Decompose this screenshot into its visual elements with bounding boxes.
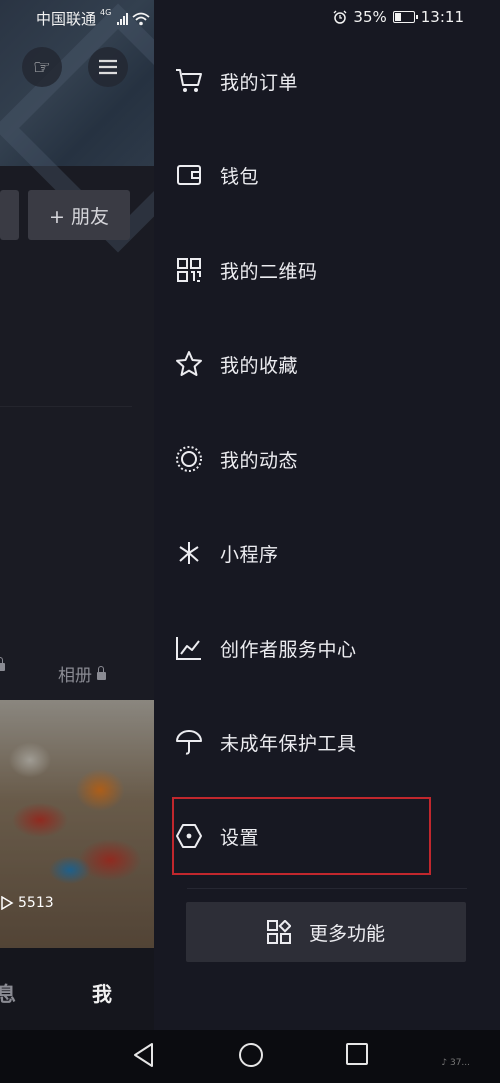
- menu-item-label: 创作者服务中心: [220, 638, 357, 661]
- lock-icon: [0, 657, 5, 671]
- settings-hexagon-icon: [174, 821, 204, 851]
- divider: [187, 888, 467, 889]
- battery-icon: [392, 11, 418, 23]
- status-right: 35% 13:11: [333, 8, 464, 26]
- bottom-tab-bar: [0, 948, 154, 1030]
- side-drawer: 我的订单 钱包 我的二维码 我的收藏 我的动态 小程序 创作者服务中心 未成年保…: [154, 0, 500, 1030]
- menu-item-label: 我的订单: [220, 71, 299, 94]
- moments-icon: [174, 444, 204, 474]
- view-count: 5513: [0, 895, 54, 911]
- tab-me[interactable]: 我: [92, 978, 112, 1007]
- menu-item-label: 设置: [220, 826, 260, 849]
- menu-item-minor-protection[interactable]: 未成年保护工具: [174, 722, 474, 762]
- menu-item-label: 未成年保护工具: [220, 732, 357, 755]
- wifi-icon: [132, 12, 150, 25]
- mini-program-icon: [174, 538, 204, 568]
- cart-icon: [174, 66, 204, 96]
- edit-profile-button[interactable]: [0, 190, 19, 240]
- clock: 13:11: [420, 8, 464, 26]
- wallet-icon: [174, 160, 204, 190]
- menu-item-label: 小程序: [220, 543, 279, 566]
- menu-item-orders[interactable]: 我的订单: [174, 61, 474, 101]
- menu-item-favorites[interactable]: 我的收藏: [174, 344, 474, 384]
- battery-percent: 35%: [353, 8, 387, 26]
- alarm-icon: [333, 10, 347, 24]
- star-icon: [174, 349, 204, 379]
- view-count-value: 5513: [18, 895, 54, 911]
- qr-code-icon: [174, 255, 204, 285]
- menu-item-qr-code[interactable]: 我的二维码: [174, 250, 474, 290]
- recents-icon[interactable]: [345, 1042, 369, 1066]
- apps-icon: [266, 920, 291, 944]
- carrier-name: 中国联通: [36, 10, 97, 28]
- system-nav-bar: [0, 1030, 500, 1083]
- menu-item-mini-programs[interactable]: 小程序: [174, 533, 474, 573]
- home-icon[interactable]: [238, 1042, 264, 1068]
- signal-icon: [117, 12, 129, 25]
- more-features-button[interactable]: 更多功能: [186, 902, 466, 962]
- menu-item-label: 我的收藏: [220, 354, 299, 377]
- menu-item-label: 我的动态: [220, 449, 299, 472]
- chart-icon: [174, 633, 204, 663]
- watermark: ♪ 37...: [441, 1058, 470, 1068]
- tab-album[interactable]: 相册: [58, 661, 106, 686]
- more-features-label: 更多功能: [308, 922, 385, 945]
- menu-item-creator-center[interactable]: 创作者服务中心: [174, 628, 474, 668]
- back-icon[interactable]: [132, 1042, 156, 1068]
- tab-messages[interactable]: 息: [0, 978, 16, 1007]
- network-type: 4G: [100, 8, 112, 17]
- album-tab-label: 相册: [58, 666, 92, 686]
- profile-page-background: ☞ + 朋友 相册 5513 息 我: [0, 0, 154, 1030]
- menu-item-settings[interactable]: 设置: [174, 816, 474, 856]
- play-icon: [1, 896, 14, 910]
- lock-icon: [97, 665, 106, 680]
- menu-item-moments[interactable]: 我的动态: [174, 439, 474, 479]
- menu-item-label: 钱包: [220, 165, 260, 188]
- add-friends-button[interactable]: + 朋友: [28, 190, 130, 240]
- menu-item-label: 我的二维码: [220, 260, 318, 283]
- divider: [0, 406, 132, 407]
- hand-pointer-icon[interactable]: ☞: [22, 47, 62, 87]
- status-bar: 中国联通 4G 35% 13:11: [0, 0, 500, 34]
- umbrella-icon: [174, 727, 204, 757]
- menu-icon[interactable]: [88, 47, 128, 87]
- status-left: 中国联通 4G: [36, 8, 150, 29]
- menu-item-wallet[interactable]: 钱包: [174, 155, 474, 195]
